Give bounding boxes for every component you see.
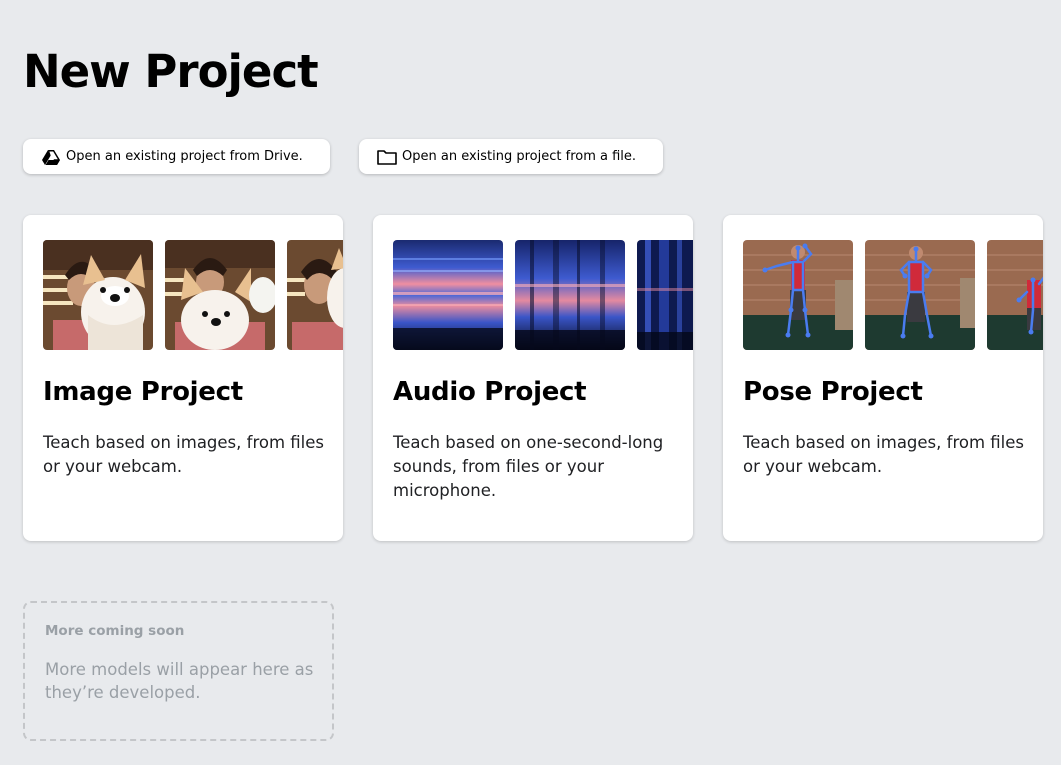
thumbnail-image (165, 240, 275, 350)
thumbnail-image (287, 240, 343, 350)
audio-project-thumbnails (393, 240, 693, 350)
thumbnail-image (43, 240, 153, 350)
pose-project-card[interactable]: Pose Project Teach based on images, from… (723, 215, 1043, 541)
card-description: Teach based on images, from files or you… (743, 433, 1025, 476)
card-title: Pose Project (743, 377, 923, 407)
card-title: Image Project (43, 377, 243, 407)
card-description: Teach based on one-second-long sounds, f… (393, 433, 664, 500)
open-from-drive-label: Open an existing project from Drive. (66, 149, 303, 164)
google-drive-icon (41, 147, 61, 167)
image-project-thumbnails (43, 240, 343, 350)
folder-icon (377, 147, 397, 167)
coming-soon-description: More models will appear here as they’re … (45, 660, 314, 702)
pose-project-thumbnails (743, 240, 1043, 350)
thumbnail-spectrogram (393, 240, 503, 350)
open-from-file-label: Open an existing project from a file. (402, 149, 637, 164)
thumbnail-spectrogram (515, 240, 625, 350)
open-from-drive-button[interactable]: Open an existing project from Drive. (23, 139, 330, 174)
open-from-file-button[interactable]: Open an existing project from a file. (359, 139, 663, 174)
card-title: Audio Project (393, 377, 587, 407)
new-project-page: New Project Open an existing project fro… (0, 0, 1061, 765)
coming-soon-title: More coming soon (45, 623, 185, 639)
thumbnail-pose (743, 240, 853, 350)
image-project-card[interactable]: Image Project Teach based on images, fro… (23, 215, 343, 541)
audio-project-card[interactable]: Audio Project Teach based on one-second-… (373, 215, 693, 541)
more-coming-soon-placeholder: More coming soon More models will appear… (23, 601, 334, 741)
thumbnail-spectrogram (637, 240, 693, 350)
page-title: New Project (23, 45, 319, 98)
thumbnail-pose (865, 240, 975, 350)
card-description: Teach based on images, from files or you… (43, 433, 325, 476)
thumbnail-pose (987, 240, 1043, 350)
